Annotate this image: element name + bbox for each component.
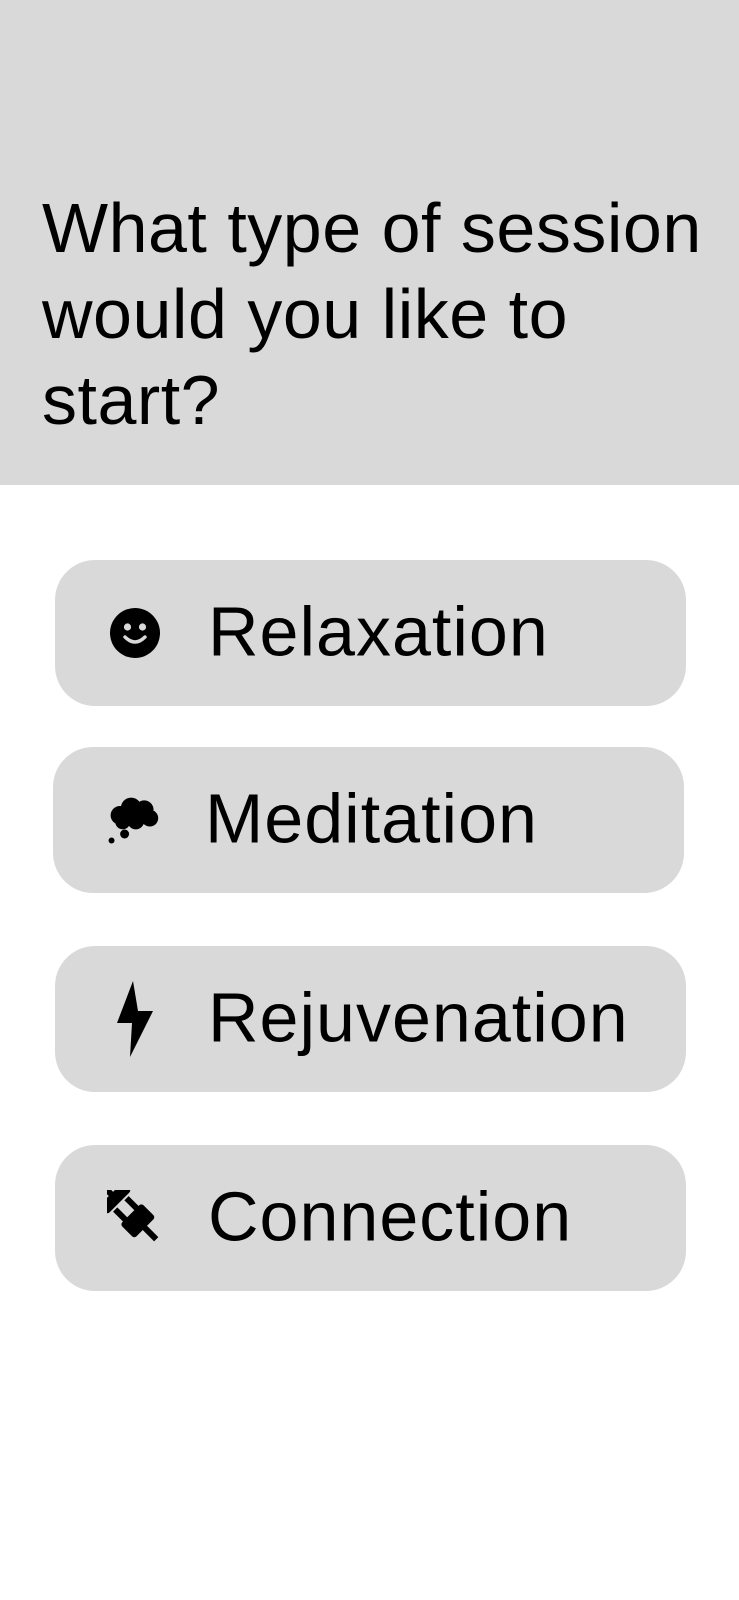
plug-icon	[107, 1190, 163, 1246]
thought-cloud-icon	[105, 792, 161, 848]
relaxation-label: Relaxation	[208, 592, 549, 671]
connection-button[interactable]: Connection	[55, 1145, 686, 1291]
lightning-bolt-icon	[107, 981, 163, 1057]
rejuvenation-button[interactable]: Rejuvenation	[55, 946, 686, 1092]
page-title: What type of session would you like to s…	[42, 189, 702, 439]
relaxation-button[interactable]: Relaxation	[55, 560, 686, 706]
meditation-button[interactable]: Meditation	[53, 747, 684, 893]
smiley-face-icon	[107, 605, 163, 661]
session-type-screen: What type of session would you like to s…	[0, 0, 739, 1600]
header-panel: What type of session would you like to s…	[0, 0, 739, 485]
connection-label: Connection	[208, 1177, 573, 1256]
rejuvenation-label: Rejuvenation	[208, 978, 629, 1057]
meditation-label: Meditation	[205, 779, 538, 858]
